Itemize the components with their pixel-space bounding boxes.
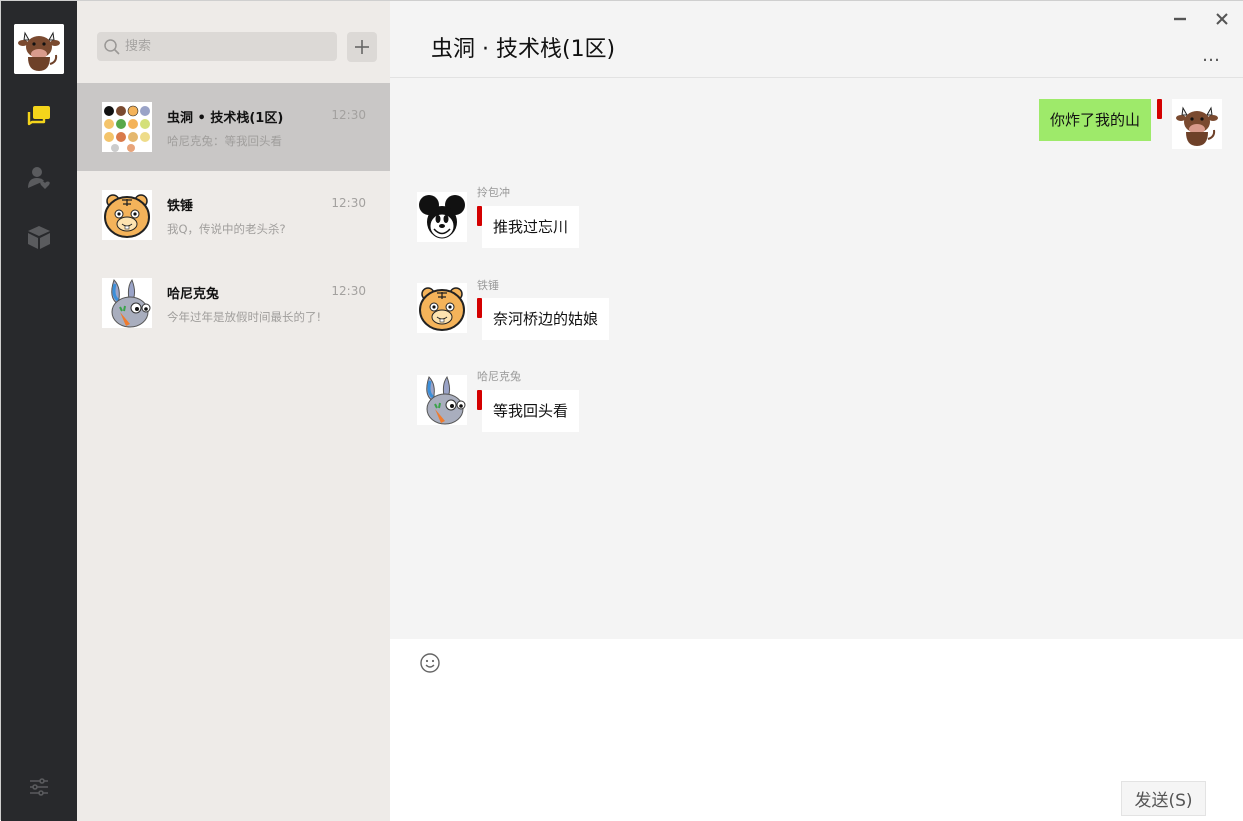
cow-icon [1172,99,1222,149]
conversation-preview: 今年过年是放假时间最长的了! [167,310,322,324]
navigation-sidebar [1,1,77,821]
collections-nav-button[interactable] [23,221,55,253]
conversation-time: 12:30 [331,284,366,298]
cow-icon [14,24,64,74]
conversation-item[interactable]: 哈尼克兔 12:30 今年过年是放假时间最长的了! [77,259,390,347]
message-marker [1157,99,1162,119]
chat-title: 虫洞 · 技术栈(1区) [431,37,616,62]
rabbit-avatar [102,278,152,328]
conversation-name: 哈尼克兔 [167,287,220,302]
group-grid-icon [102,102,152,152]
send-button[interactable]: 发送(S) [1121,781,1206,816]
conversation-name: 虫洞 • 技术栈(1区) [167,111,284,126]
my-avatar[interactable] [1172,99,1222,149]
mouse-icon [417,192,467,242]
sender-avatar[interactable] [417,192,467,242]
conversation-time: 12:30 [331,196,366,210]
user-avatar[interactable] [14,24,64,74]
message-input[interactable] [420,684,1220,774]
search-input[interactable] [125,32,330,61]
group-avatar [102,102,152,152]
more-options-button[interactable]: … [1202,45,1226,66]
message-bubble-mine: 你炸了我的山 [1039,99,1152,141]
sliders-icon [30,778,48,796]
cube-icon [28,226,50,249]
message-input-area: 发送(S) [390,639,1243,821]
close-button[interactable] [1212,9,1232,29]
rabbit-icon [417,375,467,425]
rabbit-icon [102,278,152,328]
minimize-icon [1174,17,1186,21]
tiger-icon [417,283,467,333]
smiley-icon [420,653,440,673]
conversation-name: 铁锤 [167,199,194,214]
sender-name: 拎包冲 [477,186,510,199]
contact-heart-icon [28,167,50,189]
tiger-avatar [102,190,152,240]
close-icon [1216,13,1228,25]
conversation-item[interactable]: 虫洞 • 技术栈(1区) 12:30 哈尼克兔：等我回头看 [77,83,390,171]
emoji-button[interactable] [419,652,443,676]
wechat-window: 虫洞 • 技术栈(1区) 12:30 哈尼克兔：等我回头看 铁锤 12:30 我… [0,0,1243,821]
conversation-list-panel: 虫洞 • 技术栈(1区) 12:30 哈尼克兔：等我回头看 铁锤 12:30 我… [77,1,390,821]
settings-button[interactable] [23,771,55,803]
contacts-nav-button[interactable] [23,161,55,193]
search-box[interactable] [97,32,337,61]
chat-nav-button[interactable] [23,101,55,133]
sender-avatar[interactable] [417,375,467,425]
chat-bubbles-icon [27,106,50,126]
minimize-button[interactable] [1170,9,1190,29]
message-bubble: 等我回头看 [482,390,580,432]
conversation-item[interactable]: 铁锤 12:30 我Q，传说中的老头杀? [77,171,390,259]
conversation-time: 12:30 [331,108,366,122]
sender-avatar[interactable] [417,283,467,333]
message-bubble: 奈河桥边的姑娘 [482,298,610,340]
chat-header: 虫洞 · 技术栈(1区) … [390,1,1243,78]
add-conversation-button[interactable] [347,32,377,62]
tiger-icon [102,190,152,240]
sender-name: 哈尼克兔 [477,370,521,383]
search-icon [104,39,120,55]
conversation-preview: 哈尼克兔：等我回头看 [167,134,282,148]
plus-icon [355,40,369,54]
chat-panel: 虫洞 · 技术栈(1区) … 你炸了我的山 拎包冲 推我过忘川 铁锤 奈河桥边的… [390,1,1243,821]
conversation-preview: 我Q，传说中的老头杀? [167,222,286,236]
sender-name: 铁锤 [477,279,499,292]
message-bubble: 推我过忘川 [482,206,580,248]
